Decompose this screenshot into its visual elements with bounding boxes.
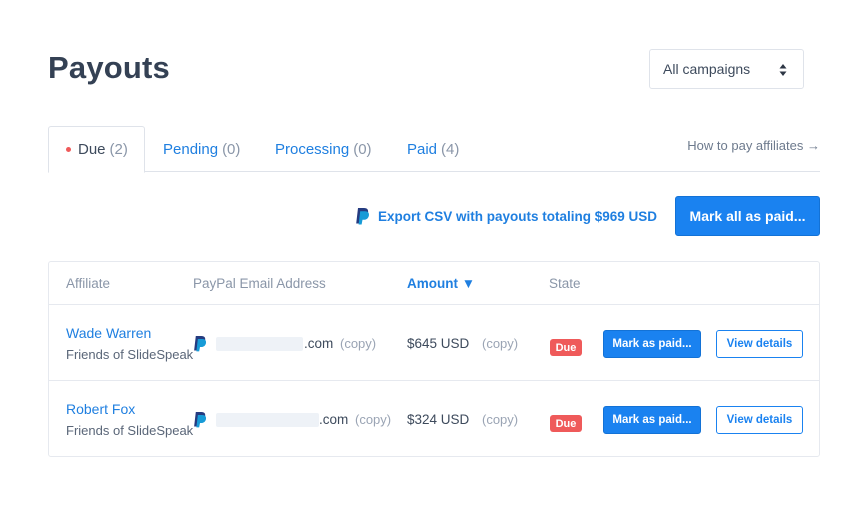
affiliate-name-link[interactable]: Wade Warren	[66, 325, 151, 341]
view-details-button[interactable]: View details	[716, 330, 803, 358]
payout-amount: $324 USD	[407, 412, 470, 427]
tab-label: Processing	[275, 140, 350, 158]
email-redacted	[216, 413, 319, 427]
tab-pending[interactable]: Pending (0)	[163, 126, 240, 172]
email-redacted	[216, 337, 303, 351]
copy-amount-link[interactable]: (copy)	[482, 412, 518, 427]
due-dot-icon	[66, 147, 71, 152]
tab-label: Pending	[163, 140, 219, 158]
tab-paid[interactable]: Paid (4)	[407, 126, 459, 172]
export-csv-label: Export CSV with payouts totaling $969 US…	[378, 208, 658, 224]
campaign-select[interactable]: All campaigns	[649, 49, 804, 89]
tab-label: Paid	[407, 140, 438, 158]
export-csv-link[interactable]: Export CSV with payouts totaling $969 US…	[355, 207, 657, 225]
affiliate-org: Friends of SlideSpeak	[66, 347, 194, 362]
table-row: Robert Fox Friends of SlideSpeak .com (c…	[49, 381, 819, 457]
paypal-icon	[194, 336, 207, 352]
email-suffix: .com	[319, 412, 349, 427]
affiliate-org: Friends of SlideSpeak	[66, 423, 194, 438]
view-details-button[interactable]: View details	[716, 406, 803, 434]
header-amount[interactable]: Amount ▼	[407, 276, 475, 291]
paypal-icon	[194, 412, 207, 428]
copy-email-link[interactable]: (copy)	[355, 412, 391, 427]
payout-amount: $645 USD	[407, 336, 470, 351]
status-badge: Due	[550, 415, 582, 432]
copy-email-link[interactable]: (copy)	[340, 336, 376, 351]
affiliate-name-link[interactable]: Robert Fox	[66, 401, 135, 417]
payouts-table: Affiliate PayPal Email Address Amount ▼ …	[48, 261, 820, 457]
mark-as-paid-button[interactable]: Mark as paid...	[603, 406, 701, 434]
header-email: PayPal Email Address	[193, 276, 326, 291]
tab-label: Due	[78, 141, 106, 158]
table-header: Affiliate PayPal Email Address Amount ▼ …	[49, 262, 819, 305]
tab-count: (0)	[353, 140, 372, 158]
tab-due[interactable]: Due (2)	[48, 126, 145, 173]
paypal-icon	[356, 208, 369, 225]
table-row: Wade Warren Friends of SlideSpeak .com (…	[49, 305, 819, 381]
page-title: Payouts	[48, 50, 170, 85]
tab-count: (2)	[109, 141, 128, 158]
updown-arrows-icon	[779, 64, 787, 76]
status-badge: Due	[550, 339, 582, 356]
how-to-pay-link[interactable]: How to pay affiliates →	[687, 138, 820, 153]
tab-count: (4)	[441, 140, 460, 158]
header-state: State	[549, 276, 581, 291]
email-suffix: .com	[304, 336, 334, 351]
header-affiliate: Affiliate	[66, 276, 111, 291]
mark-all-paid-button[interactable]: Mark all as paid...	[675, 196, 820, 236]
copy-amount-link[interactable]: (copy)	[482, 336, 518, 351]
payout-tabs: Due (2) Pending (0) Processing (0) Paid …	[48, 126, 820, 173]
campaign-select-value: All campaigns	[663, 61, 751, 77]
tab-processing[interactable]: Processing (0)	[275, 126, 372, 172]
tab-count: (0)	[222, 140, 241, 158]
mark-as-paid-button[interactable]: Mark as paid...	[603, 330, 701, 358]
